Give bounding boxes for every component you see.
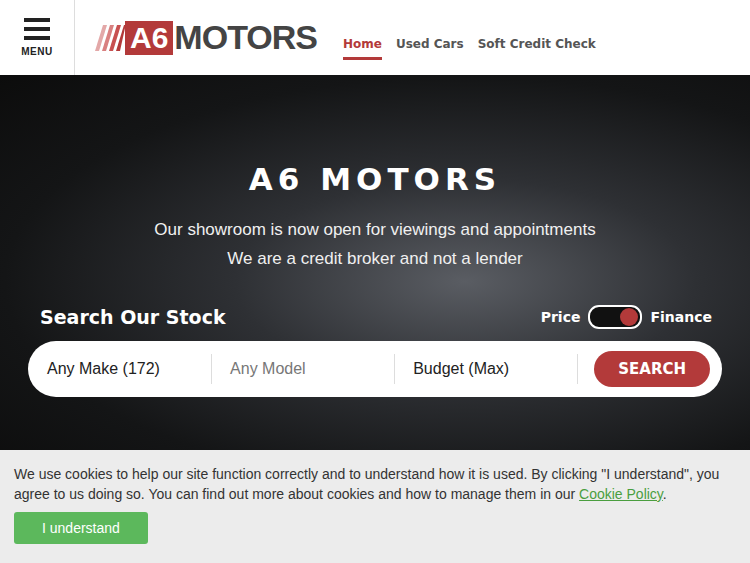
cookie-policy-link[interactable]: Cookie Policy — [579, 486, 663, 502]
logo-stripes-icon — [95, 25, 125, 51]
toggle-knob — [620, 308, 638, 326]
search-field[interactable]: Any Model — [212, 354, 395, 384]
nav: Home Used Cars Soft Credit Check — [343, 0, 596, 75]
nav-item[interactable]: Home — [343, 29, 382, 60]
search-button[interactable]: SEARCH — [594, 351, 710, 387]
menu-button[interactable]: MENU — [0, 0, 75, 75]
logo-name: MOTORS — [174, 18, 317, 57]
toggle-left-label: Price — [541, 309, 581, 325]
nav-item[interactable]: Soft Credit Check — [478, 29, 596, 60]
search-field[interactable]: Budget (Max) — [395, 354, 578, 384]
header: MENU A6MOTORS Home Used Cars Soft Credit Che… — [0, 0, 750, 75]
cookie-banner: We use cookies to help our site function… — [0, 450, 750, 563]
search-field[interactable]: Any Make (172) — [28, 354, 212, 384]
page: MENU A6MOTORS Home Used Cars Soft Credit Che… — [0, 0, 750, 563]
logo-badge: A6 — [125, 21, 173, 55]
hero-subtitle: We are a credit broker and not a lender — [227, 244, 522, 273]
hamburger-icon — [24, 18, 50, 40]
cookie-text: We use cookies to help our site function… — [14, 464, 736, 504]
toggle-right-label: Finance — [650, 309, 712, 325]
logo[interactable]: A6MOTORS — [95, 0, 317, 75]
search-bar: Any Make (172)Any ModelBudget (Max) SEARC… — [28, 341, 722, 397]
menu-label: MENU — [21, 46, 52, 57]
hero-subtitle: Our showroom is now open for viewings an… — [154, 215, 595, 244]
hero-title: A6 MOTORS — [249, 161, 501, 197]
search-header: Search Our Stock Price Finance — [0, 305, 750, 329]
nav-item[interactable]: Used Cars — [396, 29, 464, 60]
accept-cookies-button[interactable]: I understand — [14, 512, 148, 544]
price-finance-toggle[interactable]: Price Finance — [541, 305, 712, 329]
hero: A6 MOTORS Our showroom is now open for vi… — [0, 75, 750, 450]
toggle-switch[interactable] — [588, 305, 642, 329]
search-heading: Search Our Stock — [40, 306, 226, 328]
